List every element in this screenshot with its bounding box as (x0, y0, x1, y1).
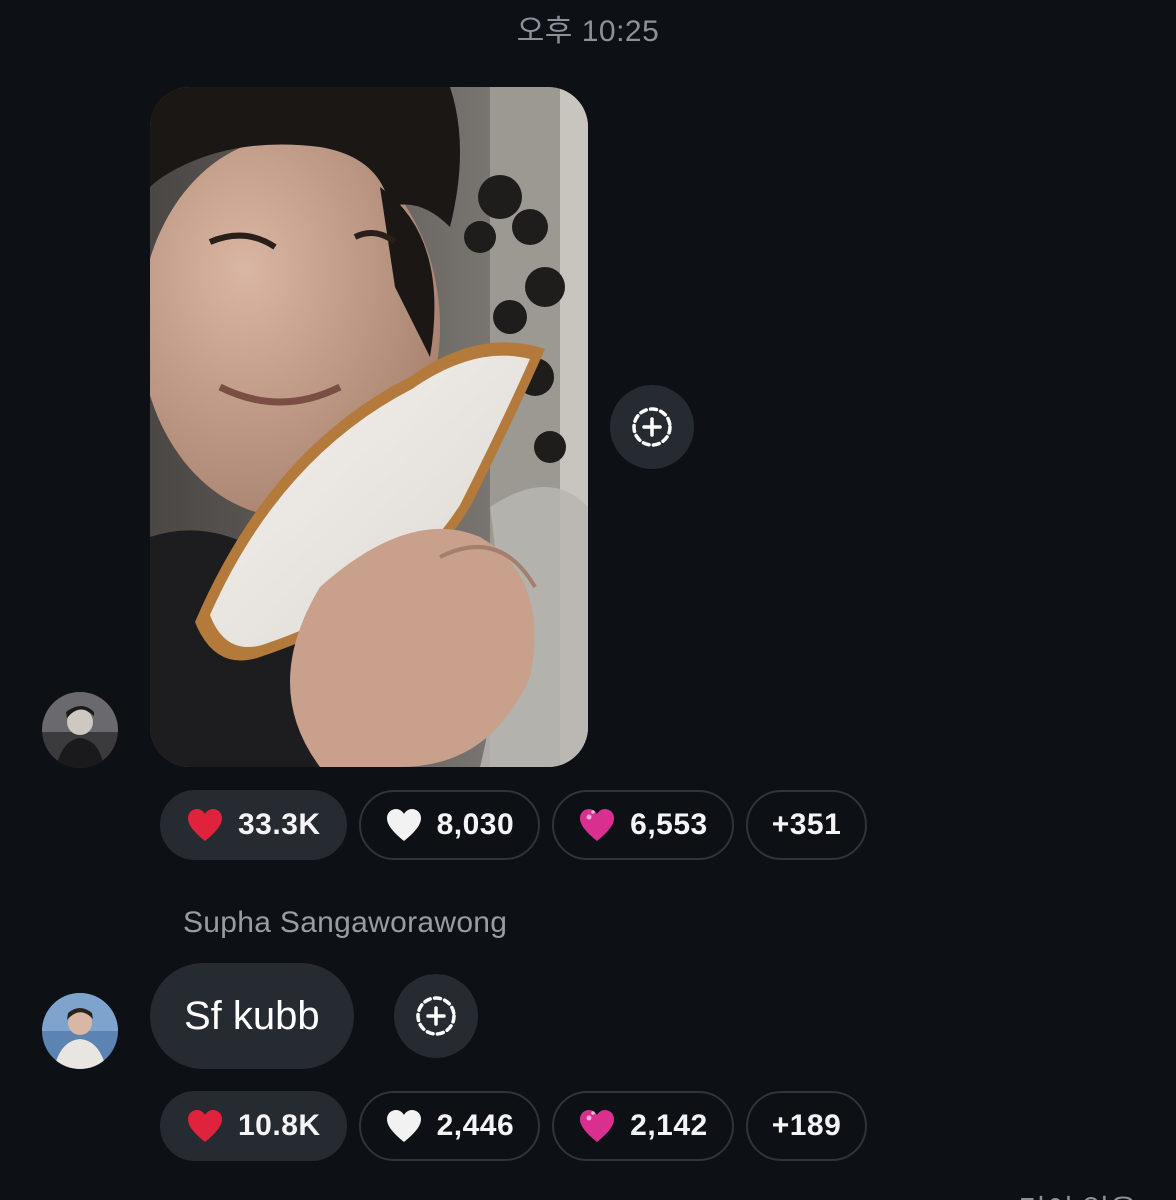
avatar[interactable] (42, 993, 118, 1069)
red-heart-icon (186, 807, 224, 843)
photo-image (150, 87, 588, 767)
reaction-white-heart[interactable]: 8,030 (358, 790, 541, 860)
text-message-bubble[interactable]: Sf kubb (150, 963, 354, 1069)
pink-heart-icon (578, 1108, 616, 1144)
red-heart-icon (186, 1108, 224, 1144)
reaction-count: 2,142 (630, 1109, 708, 1142)
reaction-bar: 10.8K 2,446 2,142 +189 (160, 1091, 868, 1161)
reaction-count: 10.8K (238, 1109, 321, 1142)
reaction-count: 8,030 (436, 808, 515, 841)
share-button[interactable] (610, 385, 694, 469)
reaction-more[interactable]: +351 (745, 790, 868, 860)
white-heart-icon (385, 1108, 423, 1144)
reaction-count: 6,553 (630, 808, 708, 841)
avatar[interactable] (42, 692, 118, 768)
message-timestamp: 오후 10:25 (516, 15, 660, 48)
reaction-red-heart[interactable]: 33.3K (160, 790, 347, 860)
message-text: Sf kubb (184, 993, 320, 1038)
add-circle-dashed-icon (632, 407, 672, 447)
reaction-count: 2,446 (436, 1109, 515, 1142)
reaction-count: 33.3K (238, 808, 321, 841)
chat-screen: 오후 10:25 33.3K 8,030 6,553 +351 Supha Sa… (0, 0, 1176, 1200)
share-button[interactable] (394, 974, 478, 1058)
reaction-white-heart[interactable]: 2,446 (358, 1091, 541, 1161)
add-circle-dashed-icon (416, 996, 456, 1036)
reaction-more[interactable]: +189 (745, 1091, 868, 1161)
reaction-red-heart[interactable]: 10.8K (160, 1091, 347, 1161)
reaction-pink-heart[interactable]: 6,553 (552, 790, 734, 860)
avatar-image (42, 993, 118, 1069)
reaction-pink-heart[interactable]: 2,142 (552, 1091, 734, 1161)
sender-name: Supha Sangaworawong (183, 906, 508, 939)
reaction-count: +351 (771, 808, 842, 841)
photo-message[interactable] (150, 87, 588, 767)
read-count-label: 59.0K명이 읽음 (940, 1186, 1137, 1200)
pink-heart-icon (578, 807, 616, 843)
reaction-count: +189 (771, 1109, 842, 1142)
avatar-image (42, 692, 118, 768)
white-heart-icon (385, 807, 423, 843)
reaction-bar: 33.3K 8,030 6,553 +351 (160, 790, 868, 860)
